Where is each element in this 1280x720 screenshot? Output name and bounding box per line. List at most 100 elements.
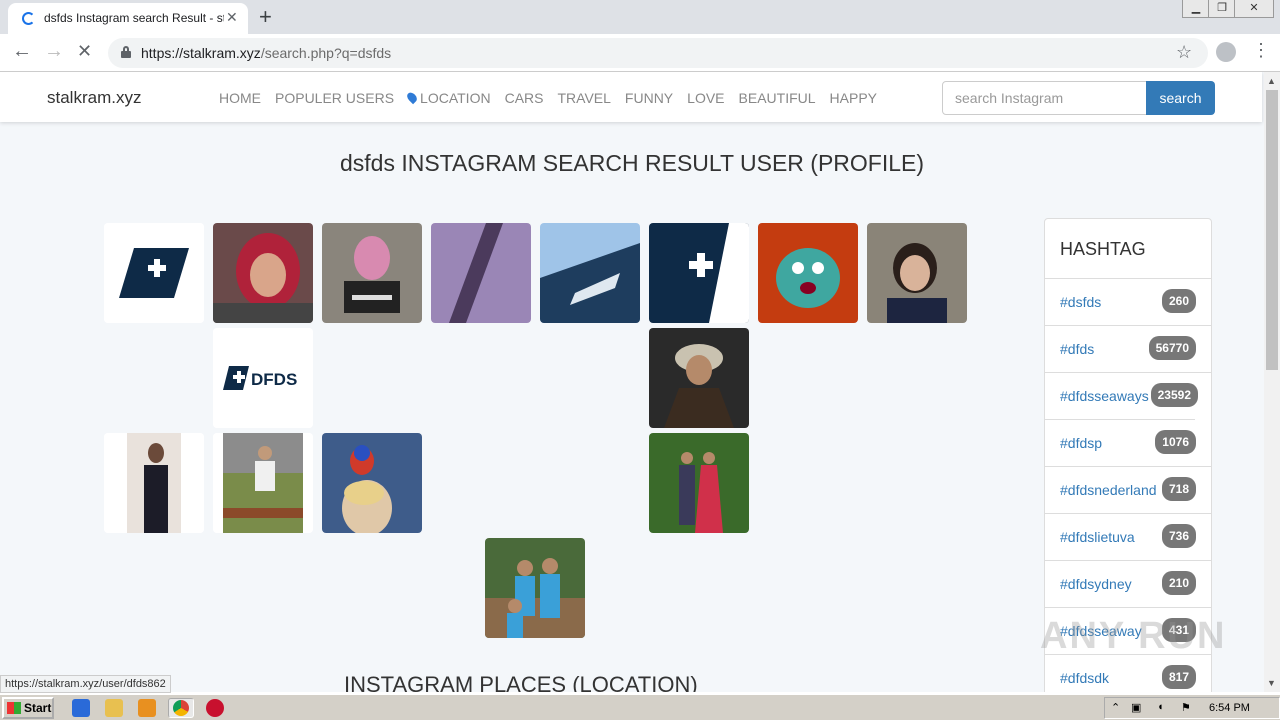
profile-photo-icon (649, 433, 749, 533)
back-icon[interactable]: ← (12, 40, 32, 63)
nav-populer-users[interactable]: POPULER USERS (275, 90, 394, 106)
count-badge: 23592 (1150, 383, 1198, 407)
profile-card[interactable] (649, 433, 749, 533)
profile-card[interactable] (540, 223, 640, 323)
tab-close-icon[interactable]: ✕ (226, 9, 238, 26)
profile-photo-icon (867, 223, 967, 323)
profile-photo-icon (322, 223, 422, 323)
address-bar[interactable]: https://stalkram.xyz/search.php?q=dsfds … (108, 38, 1208, 68)
hashtag-item[interactable]: #dfdsdk 817 (1045, 655, 1211, 692)
nav-funny[interactable]: FUNNY (625, 90, 673, 106)
browser-toolbar: ← → ✕ https://stalkram.xyz/search.php?q=… (0, 34, 1280, 72)
scroll-thumb[interactable] (1266, 90, 1278, 370)
count-badge: 817 (1161, 665, 1196, 689)
bookmark-star-icon[interactable]: ☆ (1176, 42, 1192, 63)
profile-photo-icon (758, 223, 858, 323)
windows-taskbar: Start ⌃ ▣ ◖ ⚑ 6:54 PM (0, 694, 1280, 720)
site-brand[interactable]: stalkram.xyz (47, 88, 141, 108)
hashtag-heading: HASHTAG (1045, 219, 1211, 279)
profile-card[interactable] (867, 223, 967, 323)
places-heading: INSTAGRAM PLACES (LOCATION) (344, 672, 698, 692)
hashtag-item[interactable]: #dfdsseaways 23592 (1045, 373, 1198, 420)
page-title: dsfds INSTAGRAM SEARCH RESULT USER (PROF… (339, 150, 925, 176)
nav-love[interactable]: LOVE (687, 90, 724, 106)
system-tray: ⌃ ▣ ◖ ⚑ 6:54 PM (1104, 697, 1280, 719)
hashtag-item[interactable]: #dsfds 260 (1045, 279, 1211, 326)
search-button[interactable]: search (1146, 81, 1215, 115)
nav-cars[interactable]: CARS (505, 90, 544, 106)
new-tab-button[interactable]: + (259, 4, 272, 30)
profile-card[interactable] (485, 538, 585, 638)
profile-card[interactable] (104, 433, 204, 533)
restore-button[interactable]: ❐ (1208, 0, 1236, 18)
profile-card[interactable] (104, 223, 204, 323)
hashtag-item[interactable]: #dfdsydney 210 (1045, 561, 1211, 608)
volume-icon[interactable]: ◖ (1157, 701, 1164, 713)
lock-icon (121, 46, 131, 58)
count-badge: 56770 (1148, 336, 1196, 360)
nav-travel[interactable]: TRAVEL (557, 90, 610, 106)
minimize-button[interactable]: ▁ (1182, 0, 1210, 18)
profile-card[interactable]: DFDS (213, 328, 313, 428)
profile-photo-icon (104, 433, 204, 533)
flag-icon[interactable]: ⚑ (1181, 701, 1191, 714)
profile-card[interactable] (213, 433, 313, 533)
nav-beautiful[interactable]: BEAUTIFUL (739, 90, 816, 106)
hashtag-item[interactable]: #dfdsp 1076 (1045, 420, 1211, 467)
count-badge: 260 (1161, 289, 1196, 313)
page-viewport: stalkram.xyz HOME POPULER USERS LOCATION… (0, 72, 1264, 692)
network-icon[interactable]: ▣ (1131, 701, 1141, 714)
count-badge: 1076 (1155, 430, 1196, 454)
hashtag-item[interactable]: #dfdsnederland 718 (1045, 467, 1211, 514)
dfds-logo-icon (649, 223, 749, 323)
dfds-logo-icon (104, 223, 204, 323)
taskbar-clock[interactable]: 6:54 PM (1209, 702, 1250, 714)
profile-photo-icon (213, 433, 313, 533)
opera-icon[interactable] (206, 699, 224, 717)
profile-card[interactable] (649, 328, 749, 428)
scroll-down-icon[interactable]: ▼ (1267, 678, 1276, 688)
loading-spinner-icon (22, 12, 35, 25)
profile-card[interactable] (758, 223, 858, 323)
scroll-up-icon[interactable]: ▲ (1267, 76, 1276, 86)
dfds-wordmark-icon: DFDS (213, 328, 313, 428)
profile-card[interactable] (649, 223, 749, 323)
windows-flag-icon (7, 702, 21, 714)
start-button[interactable]: Start (2, 697, 54, 719)
explorer-folder-icon[interactable] (105, 699, 123, 717)
hashtag-item[interactable]: #dfdslietuva 736 (1045, 514, 1211, 561)
tray-expand-icon[interactable]: ⌃ (1111, 701, 1120, 714)
map-pin-icon (405, 90, 419, 105)
nav-home[interactable]: HOME (219, 90, 261, 106)
site-navbar: stalkram.xyz HOME POPULER USERS LOCATION… (0, 72, 1262, 122)
link-status-tooltip: https://stalkram.xyz/user/dfds862 (0, 675, 171, 693)
profile-photo-icon (322, 433, 422, 533)
profile-photo-icon (213, 223, 313, 323)
profile-card[interactable] (431, 223, 531, 323)
browser-menu-icon[interactable]: ⋮ (1252, 40, 1270, 61)
profile-photo-icon (485, 538, 585, 638)
profile-photo-icon (649, 328, 749, 428)
browser-tab[interactable]: dsfds Instagram search Result - stalkram… (8, 3, 248, 34)
forward-icon[interactable]: → (44, 40, 64, 63)
nav-location[interactable]: LOCATION (405, 90, 491, 106)
stop-loading-icon[interactable]: ✕ (77, 41, 92, 62)
profile-avatar-icon[interactable] (1216, 42, 1236, 62)
tab-title: dsfds Instagram search Result - stalkram… (44, 11, 224, 25)
hashtag-item[interactable]: #dfds 56770 (1045, 326, 1211, 373)
count-badge: 718 (1161, 477, 1196, 501)
ie-icon[interactable] (72, 699, 90, 717)
anyrun-watermark: ANY RUN (1040, 615, 1227, 657)
nav-links: HOME POPULER USERS LOCATION CARS TRAVEL … (219, 90, 877, 106)
nav-happy[interactable]: HAPPY (830, 90, 877, 106)
close-window-button[interactable]: ✕ (1234, 0, 1274, 18)
profile-photo-icon (540, 223, 640, 323)
page-scrollbar[interactable]: ▲ ▼ (1264, 72, 1280, 692)
chrome-taskbar-button[interactable] (168, 698, 194, 718)
profile-card[interactable] (322, 223, 422, 323)
media-player-icon[interactable] (138, 699, 156, 717)
profile-card[interactable] (322, 433, 422, 533)
count-badge: 736 (1161, 524, 1196, 548)
search-input[interactable]: search Instagram (942, 81, 1147, 115)
profile-card[interactable] (213, 223, 313, 323)
